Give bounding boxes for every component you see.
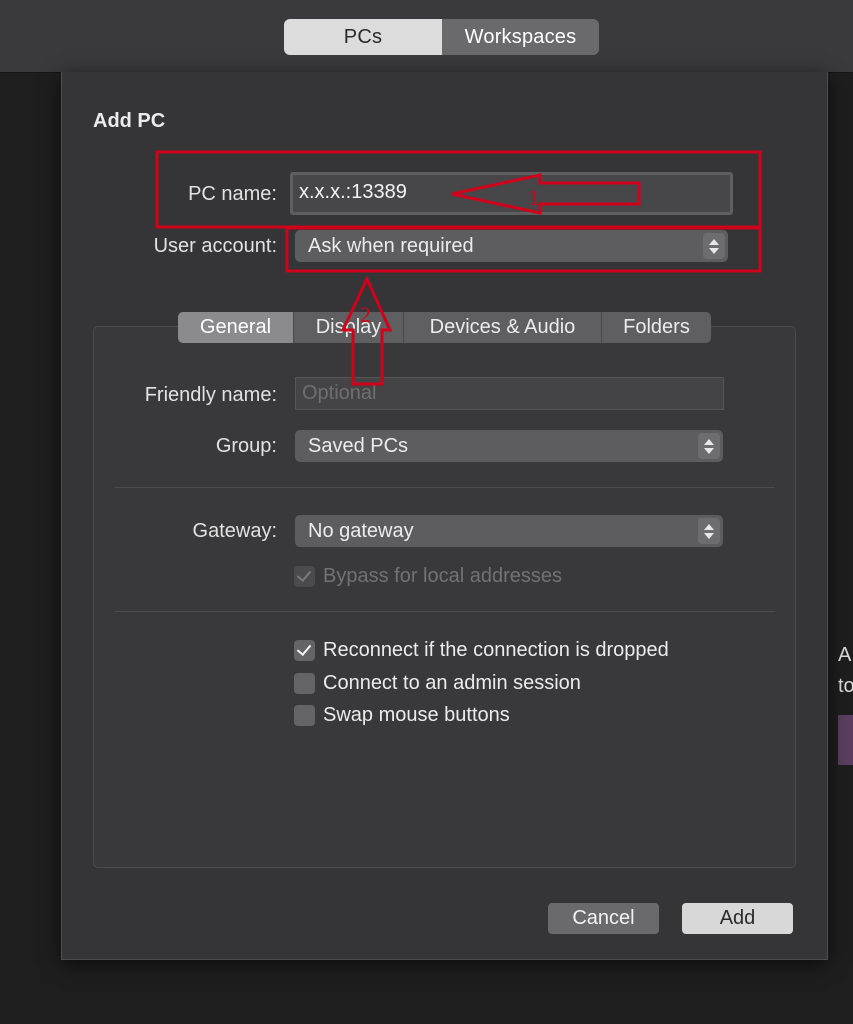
gateway-label: Gateway: <box>192 520 277 542</box>
settings-tabs: General Display Devices & Audio Folders <box>178 312 711 343</box>
swap-mouse-checkbox-row[interactable]: Swap mouse buttons <box>294 703 510 727</box>
chevron-updown-icon <box>703 233 725 259</box>
background-text: A <box>838 644 852 666</box>
group-label: Group: <box>215 435 277 457</box>
tab-workspaces[interactable]: Workspaces <box>442 19 599 55</box>
gateway-value: No gateway <box>308 520 414 542</box>
view-segmented-control: PCs Workspaces <box>284 19 599 55</box>
add-button[interactable]: Add <box>682 903 793 934</box>
bypass-label: Bypass for local addresses <box>323 564 563 587</box>
user-account-popup[interactable]: Ask when required <box>295 230 728 262</box>
reconnect-label[interactable]: Reconnect if the connection is dropped <box>323 639 669 662</box>
tab-pcs[interactable]: PCs <box>284 19 442 55</box>
chevron-updown-icon <box>698 433 720 459</box>
reconnect-checkbox[interactable] <box>294 639 315 661</box>
friendly-name-label: Friendly name: <box>144 384 277 406</box>
swap-mouse-label[interactable]: Swap mouse buttons <box>323 704 510 727</box>
tab-general[interactable]: General <box>178 312 294 343</box>
background-button <box>838 715 853 765</box>
admin-session-label[interactable]: Connect to an admin session <box>323 672 581 695</box>
add-pc-sheet: Add PC PC name: x.x.x.:13389 User accoun… <box>61 72 828 960</box>
swap-mouse-checkbox[interactable] <box>294 704 315 726</box>
sheet-title: Add PC <box>93 110 166 132</box>
window-toolbar: PCs Workspaces <box>0 0 853 73</box>
bypass-checkbox <box>294 565 315 587</box>
friendly-name-field[interactable]: Optional <box>295 377 724 410</box>
tab-folders[interactable]: Folders <box>602 312 711 343</box>
user-account-value: Ask when required <box>308 235 474 257</box>
separator <box>115 487 775 488</box>
admin-session-checkbox[interactable] <box>294 672 315 694</box>
tab-devices-audio[interactable]: Devices & Audio <box>404 312 602 343</box>
app-window: PCs Workspaces A to Add PC PC name: x.x.… <box>0 0 853 1024</box>
chevron-updown-icon <box>698 518 720 544</box>
reconnect-checkbox-row[interactable]: Reconnect if the connection is dropped <box>294 638 669 662</box>
admin-session-checkbox-row[interactable]: Connect to an admin session <box>294 671 581 695</box>
background-text: to <box>838 675 853 697</box>
group-popup[interactable]: Saved PCs <box>295 430 723 462</box>
gateway-popup[interactable]: No gateway <box>295 515 723 547</box>
pc-name-field[interactable]: x.x.x.:13389 <box>290 172 733 215</box>
tab-display[interactable]: Display <box>294 312 404 343</box>
pc-name-label: PC name: <box>188 183 277 205</box>
group-value: Saved PCs <box>308 435 409 457</box>
bypass-checkbox-row: Bypass for local addresses <box>294 564 562 588</box>
user-account-label: User account: <box>153 235 277 257</box>
cancel-button[interactable]: Cancel <box>548 903 659 934</box>
separator <box>115 611 775 612</box>
